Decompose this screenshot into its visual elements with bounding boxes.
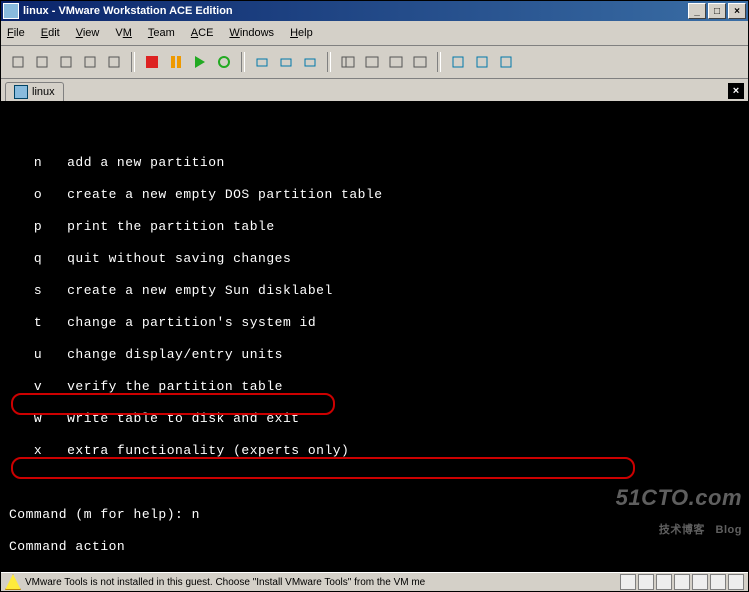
toolbar-separator: [131, 52, 135, 72]
stop-button[interactable]: [141, 51, 163, 73]
window-title: linux - VMware Workstation ACE Edition: [23, 5, 686, 17]
quickswitch-button[interactable]: [361, 51, 383, 73]
suspend-button[interactable]: [55, 51, 77, 73]
power-off-button[interactable]: [7, 51, 29, 73]
menu-vm[interactable]: VM: [115, 27, 132, 39]
menu-windows[interactable]: Windows: [229, 27, 274, 39]
toolbar-separator: [437, 52, 441, 72]
status-bar: VMware Tools is not installed in this gu…: [1, 572, 748, 591]
vm-icon: [14, 85, 28, 99]
cdrom-icon[interactable]: [638, 574, 654, 590]
console-line: x extra functionality (experts only): [9, 443, 740, 459]
manage-button[interactable]: [299, 51, 321, 73]
revert-button[interactable]: [275, 51, 297, 73]
console-line: n add a new partition: [9, 155, 740, 171]
sound-icon[interactable]: [710, 574, 726, 590]
status-text: VMware Tools is not installed in this gu…: [25, 577, 620, 588]
menu-view[interactable]: View: [76, 27, 100, 39]
close-button[interactable]: ×: [728, 3, 746, 19]
app-icon: [3, 3, 19, 19]
console-line: [9, 475, 740, 491]
harddisk-icon[interactable]: [620, 574, 636, 590]
title-bar: linux - VMware Workstation ACE Edition _…: [1, 1, 748, 21]
tab-label: linux: [32, 86, 55, 98]
vm-console[interactable]: n add a new partition o create a new emp…: [1, 101, 748, 572]
app-window: linux - VMware Workstation ACE Edition _…: [0, 0, 749, 592]
snapshot-button[interactable]: [251, 51, 273, 73]
menu-edit[interactable]: Edit: [41, 27, 60, 39]
console-button[interactable]: [471, 51, 493, 73]
network-icon[interactable]: [674, 574, 690, 590]
tab-linux[interactable]: linux: [5, 82, 64, 101]
unity-button[interactable]: [409, 51, 431, 73]
console-line: w write table to disk and exit: [9, 411, 740, 427]
console-line: Command (m for help): n: [9, 507, 740, 523]
menu-team[interactable]: Team: [148, 27, 175, 39]
display-icon[interactable]: [728, 574, 744, 590]
tab-bar: linux ×: [1, 79, 748, 101]
play-button[interactable]: [189, 51, 211, 73]
console-line: q quit without saving changes: [9, 251, 740, 267]
reset-button[interactable]: [79, 51, 101, 73]
console-line: [9, 123, 740, 139]
minimize-button[interactable]: _: [688, 3, 706, 19]
warning-icon: [5, 574, 21, 590]
toolbar-separator: [327, 52, 331, 72]
summary-button[interactable]: [447, 51, 469, 73]
tab-close-button[interactable]: ×: [728, 83, 744, 99]
power-on-button[interactable]: [31, 51, 53, 73]
console-line: o create a new empty DOS partition table: [9, 187, 740, 203]
floppy-icon[interactable]: [656, 574, 672, 590]
appliance-button[interactable]: [495, 51, 517, 73]
sidebar-button[interactable]: [337, 51, 359, 73]
menu-ace[interactable]: ACE: [191, 27, 214, 39]
maximize-button[interactable]: □: [708, 3, 726, 19]
console-line: s create a new empty Sun disklabel: [9, 283, 740, 299]
menu-file[interactable]: FFileile: [7, 27, 25, 39]
toolbar: [1, 46, 748, 79]
menu-bar: FFileile Edit View VM Team ACE Windows H…: [1, 21, 748, 46]
console-line: Command action: [9, 539, 740, 555]
refresh-button[interactable]: [213, 51, 235, 73]
console-line: u change display/entry units: [9, 347, 740, 363]
console-line: t change a partition's system id: [9, 315, 740, 331]
device-tray: [620, 574, 744, 590]
console-line: p print the partition table: [9, 219, 740, 235]
toolbar-separator: [241, 52, 245, 72]
console-line: e extended: [9, 571, 740, 572]
usb-icon[interactable]: [692, 574, 708, 590]
console-line: v verify the partition table: [9, 379, 740, 395]
pause-button[interactable]: [165, 51, 187, 73]
menu-help[interactable]: Help: [290, 27, 313, 39]
toolbar-button-5[interactable]: [103, 51, 125, 73]
fullscreen-button[interactable]: [385, 51, 407, 73]
